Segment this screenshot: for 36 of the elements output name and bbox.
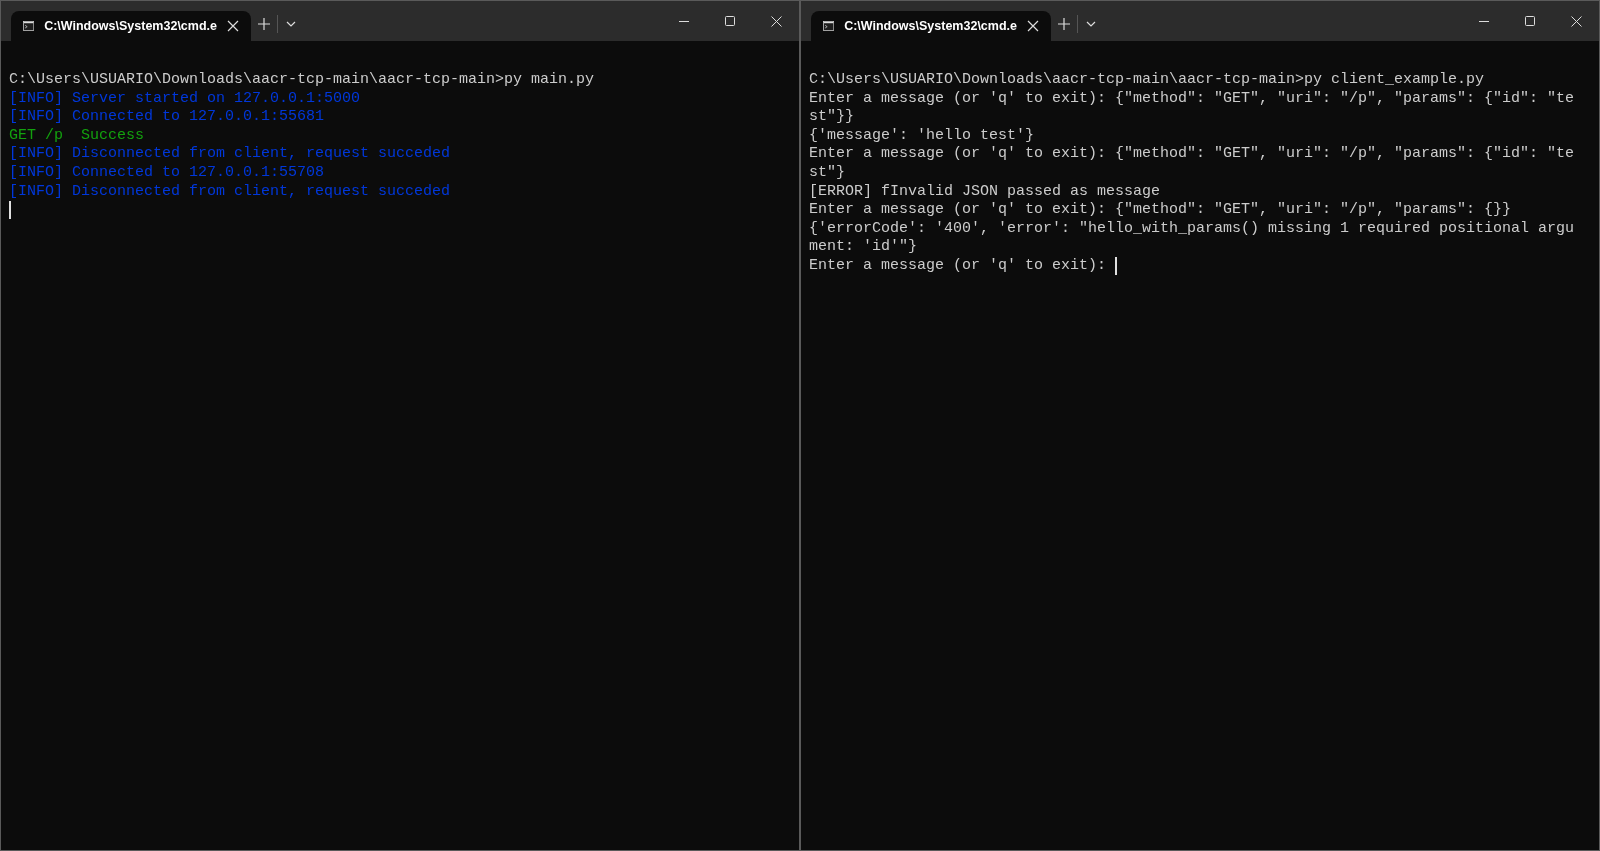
console-line: Enter a message (or 'q' to exit): <box>809 256 1108 276</box>
console-line: {'message': 'hello test'} <box>809 126 1035 146</box>
terminal-icon <box>23 19 35 33</box>
console-line: Enter a message (or 'q' to exit): {"method": "GET", "uri": "/p", "params": {"id": "te <box>809 145 1575 164</box>
console-line: C:\Users\USUARIO\Downloads\aacr-tcp-main\aacr-tcp-main>py main.py <box>9 71 595 90</box>
plus-icon <box>1058 18 1070 30</box>
console-line: [INFO] Connected to 127.0.0.1:55708 <box>9 163 325 183</box>
plus-icon <box>258 18 270 30</box>
console-line: GET /p Success <box>9 126 145 146</box>
terminal-icon <box>823 19 835 33</box>
console-line: [INFO] Connected to 127.0.0.1:55681 <box>9 108 325 127</box>
chevron-down-icon <box>1086 21 1096 27</box>
console-line: Enter a message (or 'q' to exit): {"method": "GET", "uri": "/p", "params": {}} <box>809 201 1512 220</box>
console-line: C:\Users\USUARIO\Downloads\aacr-tcp-main\aacr-tcp-main>py client_example.py <box>809 71 1485 90</box>
terminal-tab[interactable]: C:\Windows\System32\cmd.e <box>811 11 1051 41</box>
minimize-icon <box>1479 20 1489 22</box>
console-line: [ERROR] fInvalid JSON passed as message <box>809 182 1161 202</box>
console-line: [INFO] Disconnected from client, request succeded <box>9 145 451 164</box>
console-line: Enter a message (or 'q' to exit): {"method": "GET", "uri": "/p", "params": {"id": "te <box>809 89 1575 109</box>
console-line: st"}} <box>809 108 854 127</box>
chevron-down-icon <box>286 21 296 27</box>
close-icon <box>1027 20 1039 32</box>
close-icon <box>770 15 782 27</box>
console-line: st"} <box>809 163 845 183</box>
console-line: [INFO] Server started on 127.0.0.1:5000 <box>9 89 361 109</box>
minimize-icon <box>679 20 689 22</box>
close-icon <box>227 20 239 32</box>
terminal-tab[interactable]: C:\Windows\System32\cmd.e <box>11 11 251 41</box>
console-line: {'errorCode': '400', 'error': "hello_with_params() missing 1 required positional argu <box>809 219 1575 239</box>
console-line: [INFO] Disconnected from client, request succeded <box>9 182 451 202</box>
maximize-icon <box>1525 16 1535 26</box>
close-icon <box>1570 15 1582 27</box>
maximize-icon <box>725 16 735 26</box>
close-tab-button[interactable] <box>227 20 239 32</box>
close-tab-button[interactable] <box>1027 20 1039 32</box>
console-line: ment: 'id'"} <box>809 238 918 257</box>
